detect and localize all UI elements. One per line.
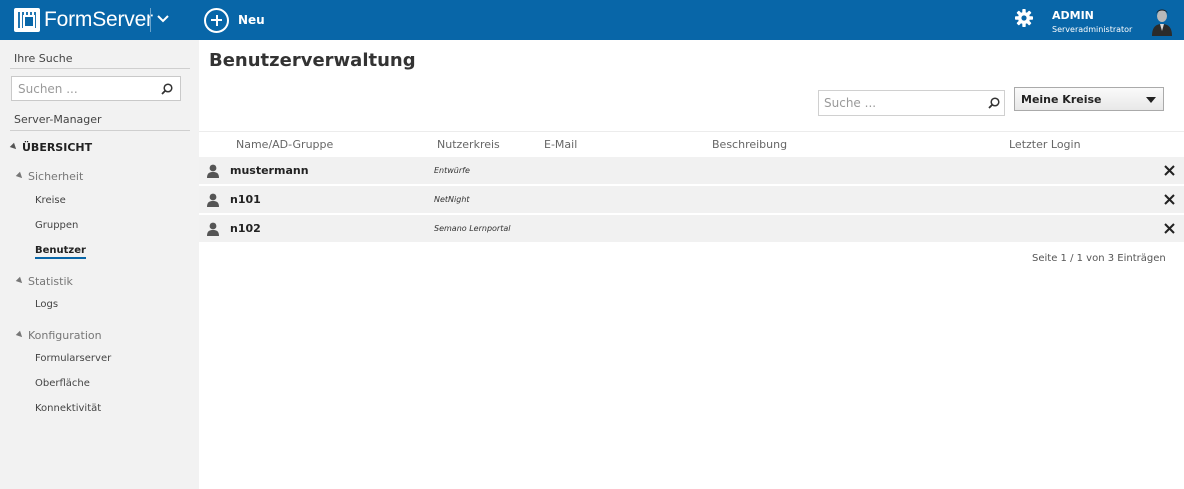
gear-icon[interactable] xyxy=(1014,8,1034,28)
user-name[interactable]: ADMIN xyxy=(1052,9,1094,22)
nav-item-logs[interactable]: Logs xyxy=(35,299,58,310)
divider xyxy=(10,68,190,69)
search-heading: Ihre Suche xyxy=(14,52,73,65)
column-header-beschreibung[interactable]: Beschreibung xyxy=(712,138,787,151)
divider xyxy=(10,130,190,131)
pagination-info: Seite 1 / 1 von 3 Einträgen xyxy=(1032,253,1166,264)
row-user-circle: Semano Lernportal xyxy=(434,224,511,233)
user-icon xyxy=(207,222,219,236)
row-user-name[interactable]: n102 xyxy=(230,222,261,235)
row-user-name[interactable]: n101 xyxy=(230,193,261,206)
page-title: Benutzerverwaltung xyxy=(209,50,416,71)
formserver-logo[interactable]: FormServer xyxy=(14,7,153,33)
row-user-circle: NetNight xyxy=(434,195,470,204)
column-header-letzter-login[interactable]: Letzter Login xyxy=(1009,138,1081,151)
nav-overview[interactable]: ÜBERSICHT xyxy=(22,141,92,154)
delete-icon[interactable] xyxy=(1164,223,1175,234)
nav-item-oberflaeche[interactable]: Oberfläche xyxy=(35,378,90,389)
delete-icon[interactable] xyxy=(1164,194,1175,205)
nav-item-kreise[interactable]: Kreise xyxy=(35,195,66,206)
column-header-name[interactable]: Name/AD-Gruppe xyxy=(236,138,333,151)
server-manager-heading: Server-Manager xyxy=(14,113,102,126)
sidebar-search-input[interactable] xyxy=(12,77,152,100)
user-avatar[interactable] xyxy=(1150,4,1174,36)
nav-item-gruppen[interactable]: Gruppen xyxy=(35,220,78,231)
collapse-triangle-icon[interactable] xyxy=(15,171,25,181)
column-header-nutzerkreis[interactable]: Nutzerkreis xyxy=(437,138,500,151)
new-button-label: Neu xyxy=(238,13,265,27)
nav-group-konfiguration[interactable]: Konfiguration xyxy=(28,329,102,342)
collapse-triangle-icon[interactable] xyxy=(15,276,25,286)
nav-item-benutzer[interactable]: Benutzer xyxy=(35,245,86,259)
search-icon[interactable] xyxy=(988,97,1000,109)
user-icon xyxy=(207,193,219,207)
user-icon xyxy=(207,164,219,178)
column-header-email[interactable]: E-Mail xyxy=(544,138,577,151)
user-role: Serveradministrator xyxy=(1052,25,1133,34)
new-button[interactable]: Neu xyxy=(204,7,265,33)
circle-filter-select[interactable]: Meine Kreise xyxy=(1014,87,1164,111)
formserver-logo-icon xyxy=(14,8,40,32)
logo-divider xyxy=(150,8,151,32)
nav-item-konnektivitaet[interactable]: Konnektivität xyxy=(35,403,101,414)
row-user-circle: Entwürfe xyxy=(434,166,470,175)
nav-group-statistik[interactable]: Statistik xyxy=(28,275,73,288)
row-user-name[interactable]: mustermann xyxy=(230,164,309,177)
dropdown-caret-icon xyxy=(1146,97,1156,103)
table-row[interactable]: mustermann Entwürfe xyxy=(199,157,1184,184)
table-row[interactable]: n101 NetNight xyxy=(199,186,1184,213)
collapse-triangle-icon[interactable] xyxy=(15,330,25,340)
sidebar-search-box xyxy=(11,76,181,101)
plus-circle-icon xyxy=(204,7,229,33)
delete-icon[interactable] xyxy=(1164,165,1175,176)
top-bar: FormServer Neu ADMIN Serveradministrator xyxy=(0,0,1184,40)
collapse-triangle-icon[interactable] xyxy=(9,142,19,152)
nav-group-sicherheit[interactable]: Sicherheit xyxy=(28,170,83,183)
chevron-down-icon[interactable] xyxy=(156,9,170,29)
table-row[interactable]: n102 Semano Lernportal xyxy=(199,215,1184,242)
search-icon[interactable] xyxy=(161,83,173,95)
nav-item-formularserver[interactable]: Formularserver xyxy=(35,353,111,364)
circle-filter-value: Meine Kreise xyxy=(1021,93,1102,106)
main-search-input[interactable] xyxy=(819,91,979,115)
sidebar: Ihre Suche Server-Manager ÜBERSICHT Sich… xyxy=(0,40,199,489)
main-search-box xyxy=(818,90,1005,116)
table-header: Name/AD-Gruppe Nutzerkreis E-Mail Beschr… xyxy=(199,131,1184,156)
logo-text: FormServer xyxy=(44,8,153,31)
